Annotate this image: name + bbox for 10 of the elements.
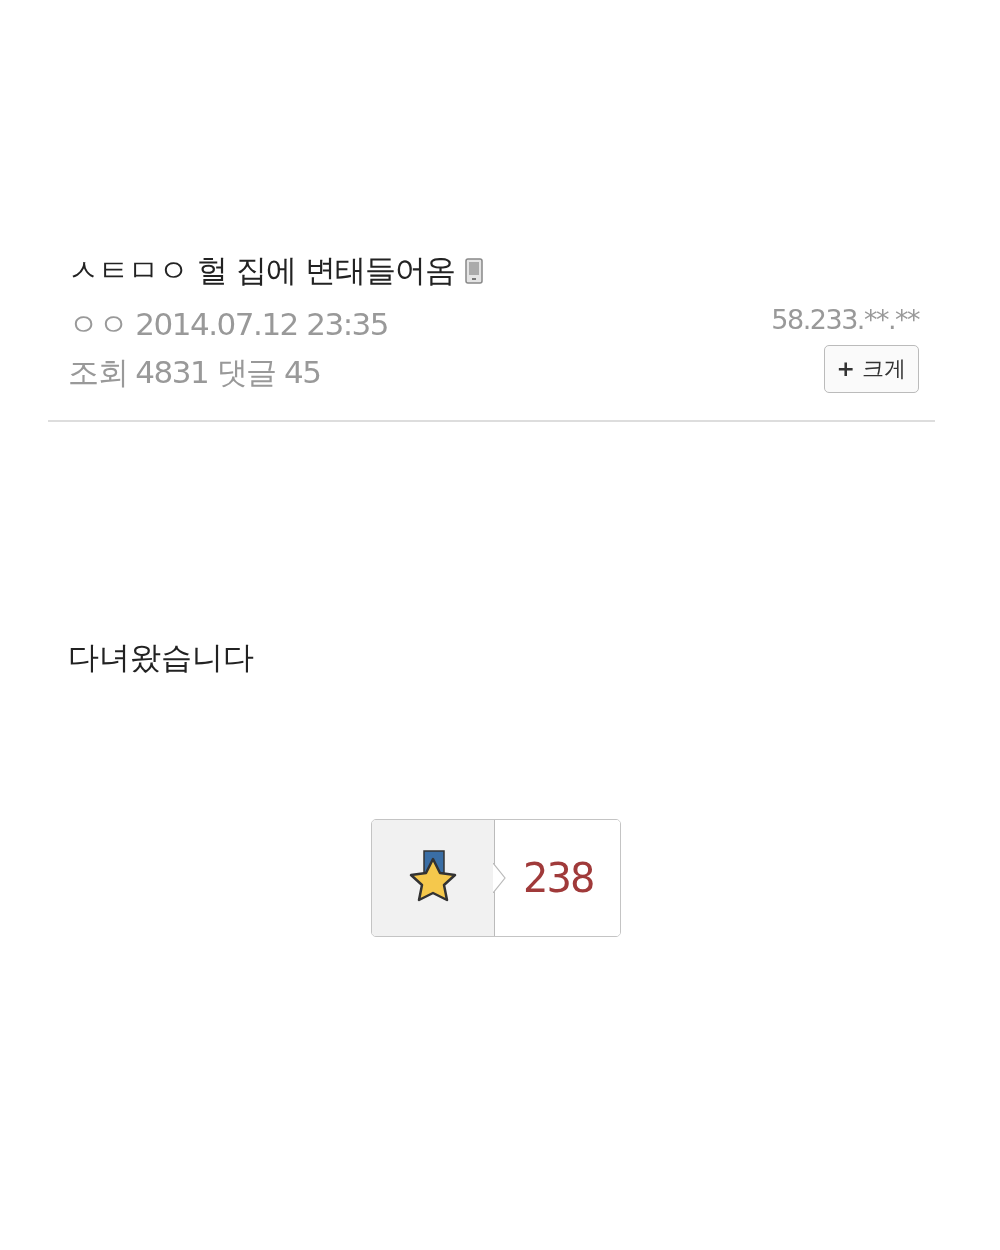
author-date: ㅇㅇ 2014.07.12 23:35 [68, 305, 389, 344]
pointer-notch [493, 863, 507, 893]
post-body: 다녀왔습니다 [68, 638, 255, 677]
enlarge-button[interactable]: + 크게 [823, 345, 919, 393]
ip-address: 58.233.**.** [771, 304, 919, 335]
post-title: ㅅㅌㅁㅇ 헐 집에 변태들어옴 [68, 251, 455, 290]
recommend-button[interactable]: 238 [371, 819, 621, 937]
mobile-phone-icon [464, 258, 483, 284]
recommend-count: 238 [523, 855, 594, 901]
view-comment-count: 조회 4831 댓글 45 [68, 353, 322, 392]
